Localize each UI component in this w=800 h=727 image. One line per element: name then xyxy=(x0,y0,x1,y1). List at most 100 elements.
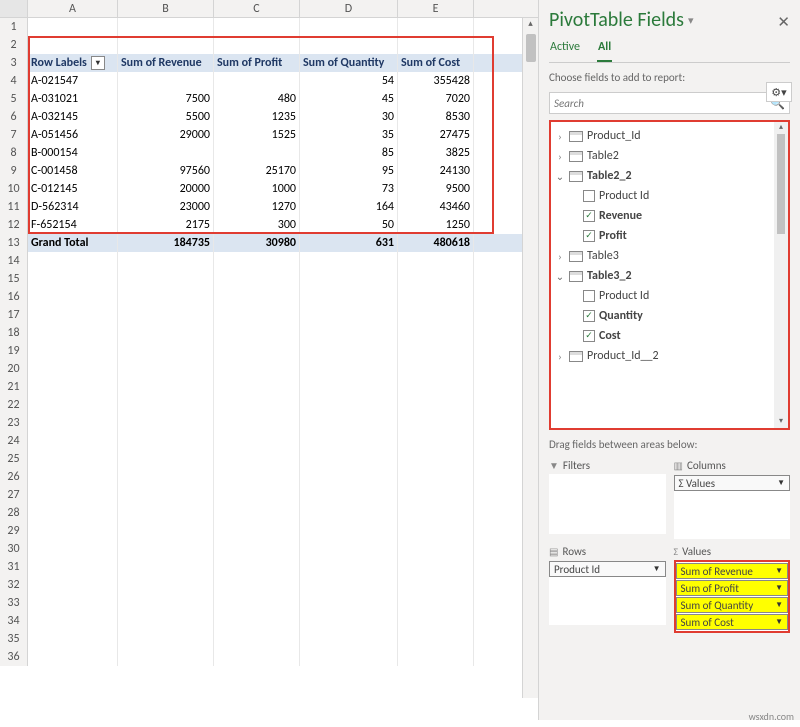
row-header[interactable]: 7 xyxy=(0,126,28,144)
cell[interactable] xyxy=(214,450,300,468)
cell[interactable]: 5500 xyxy=(118,108,214,126)
field-list-scrollbar[interactable]: ▴▾ xyxy=(774,122,788,428)
cell[interactable] xyxy=(118,252,214,270)
cell[interactable]: 30 xyxy=(300,108,398,126)
checkbox-checked[interactable]: ✓ xyxy=(583,330,595,342)
cell[interactable] xyxy=(118,18,214,36)
row-header[interactable]: 6 xyxy=(0,108,28,126)
row-8[interactable]: 8B-000154853825 xyxy=(0,144,538,162)
cell[interactable] xyxy=(28,468,118,486)
cell[interactable] xyxy=(214,414,300,432)
tab-all[interactable]: All xyxy=(597,38,612,62)
scroll-thumb[interactable] xyxy=(526,34,536,62)
cell[interactable]: F-652154 xyxy=(28,216,118,234)
cell[interactable] xyxy=(28,18,118,36)
cell[interactable] xyxy=(214,504,300,522)
cell[interactable]: 480618 xyxy=(398,234,474,252)
tree-node-table3[interactable]: ›Table3 xyxy=(553,246,772,266)
cell[interactable] xyxy=(300,252,398,270)
cell[interactable]: 43460 xyxy=(398,198,474,216)
cell[interactable]: 3825 xyxy=(398,144,474,162)
cell[interactable] xyxy=(300,378,398,396)
cell[interactable] xyxy=(214,576,300,594)
row-header[interactable]: 3 xyxy=(0,54,28,72)
row-3[interactable]: 3Row Labels▾Sum of RevenueSum of ProfitS… xyxy=(0,54,538,72)
cell[interactable]: Sum of Revenue xyxy=(118,54,214,72)
cell[interactable] xyxy=(214,594,300,612)
cell[interactable] xyxy=(300,558,398,576)
cell[interactable]: 30980 xyxy=(214,234,300,252)
cell[interactable] xyxy=(118,504,214,522)
cell[interactable] xyxy=(118,576,214,594)
cell[interactable] xyxy=(398,378,474,396)
cell[interactable] xyxy=(28,270,118,288)
row-header[interactable]: 4 xyxy=(0,72,28,90)
close-icon[interactable]: ✕ xyxy=(777,13,790,32)
cell[interactable] xyxy=(118,396,214,414)
value-quantity-pill[interactable]: Sum of Quantity▼ xyxy=(676,597,789,613)
search-box[interactable]: 🔍 xyxy=(549,92,790,114)
row-22[interactable]: 22 xyxy=(0,396,538,414)
cell[interactable] xyxy=(118,558,214,576)
cell[interactable] xyxy=(118,594,214,612)
cell[interactable] xyxy=(300,288,398,306)
chevron-down-icon[interactable]: ▼ xyxy=(777,478,785,488)
row-header[interactable]: 30 xyxy=(0,540,28,558)
cell[interactable] xyxy=(28,36,118,54)
row-27[interactable]: 27 xyxy=(0,486,538,504)
cell[interactable] xyxy=(118,540,214,558)
cell[interactable] xyxy=(398,396,474,414)
checkbox-checked[interactable]: ✓ xyxy=(583,310,595,322)
row-31[interactable]: 31 xyxy=(0,558,538,576)
collapse-icon[interactable]: ⌄ xyxy=(555,170,565,183)
row-30[interactable]: 30 xyxy=(0,540,538,558)
cell[interactable] xyxy=(214,306,300,324)
filters-area[interactable]: ▼Filters xyxy=(549,457,666,539)
cell[interactable]: 50 xyxy=(300,216,398,234)
cell[interactable] xyxy=(118,36,214,54)
cell[interactable] xyxy=(28,306,118,324)
chevron-down-icon[interactable]: ▾ xyxy=(688,14,694,27)
cell[interactable] xyxy=(300,396,398,414)
row-header[interactable]: 36 xyxy=(0,648,28,666)
cell[interactable] xyxy=(398,360,474,378)
row-6[interactable]: 6A-03214555001235308530 xyxy=(0,108,538,126)
row-29[interactable]: 29 xyxy=(0,522,538,540)
tree-node-table3-2[interactable]: ⌄Table3_2 xyxy=(553,266,772,286)
cell[interactable] xyxy=(300,306,398,324)
row-10[interactable]: 10C-012145200001000739500 xyxy=(0,180,538,198)
cell[interactable] xyxy=(300,576,398,594)
chevron-down-icon[interactable]: ▼ xyxy=(775,617,783,627)
row-12[interactable]: 12F-6521542175300501250 xyxy=(0,216,538,234)
cell[interactable]: 1525 xyxy=(214,126,300,144)
cell[interactable] xyxy=(214,252,300,270)
values-area[interactable]: ΣValues Sum of Revenue▼ Sum of Profit▼ S… xyxy=(674,543,791,633)
cell[interactable] xyxy=(214,522,300,540)
expand-icon[interactable]: › xyxy=(555,130,565,143)
cell[interactable] xyxy=(398,630,474,648)
value-revenue-pill[interactable]: Sum of Revenue▼ xyxy=(676,563,789,579)
cell[interactable] xyxy=(28,360,118,378)
row-1[interactable]: 1 xyxy=(0,18,538,36)
value-profit-pill[interactable]: Sum of Profit▼ xyxy=(676,580,789,596)
row-26[interactable]: 26 xyxy=(0,468,538,486)
cell[interactable]: Sum of Profit xyxy=(214,54,300,72)
vertical-scrollbar[interactable]: ▴ xyxy=(522,18,538,698)
cell[interactable] xyxy=(398,468,474,486)
cell[interactable] xyxy=(300,648,398,666)
col-values-pill[interactable]: Σ Values▼ xyxy=(674,475,791,491)
row-header[interactable]: 35 xyxy=(0,630,28,648)
row-header[interactable]: 29 xyxy=(0,522,28,540)
row-32[interactable]: 32 xyxy=(0,576,538,594)
row-33[interactable]: 33 xyxy=(0,594,538,612)
cell[interactable] xyxy=(214,540,300,558)
scroll-up-icon[interactable]: ▴ xyxy=(523,18,538,32)
cell[interactable]: 8530 xyxy=(398,108,474,126)
cell[interactable] xyxy=(398,252,474,270)
cell[interactable]: A-031021 xyxy=(28,90,118,108)
chevron-down-icon[interactable]: ▼ xyxy=(775,600,783,610)
cell[interactable] xyxy=(398,540,474,558)
row-35[interactable]: 35 xyxy=(0,630,538,648)
cell[interactable] xyxy=(214,36,300,54)
cell[interactable] xyxy=(300,414,398,432)
